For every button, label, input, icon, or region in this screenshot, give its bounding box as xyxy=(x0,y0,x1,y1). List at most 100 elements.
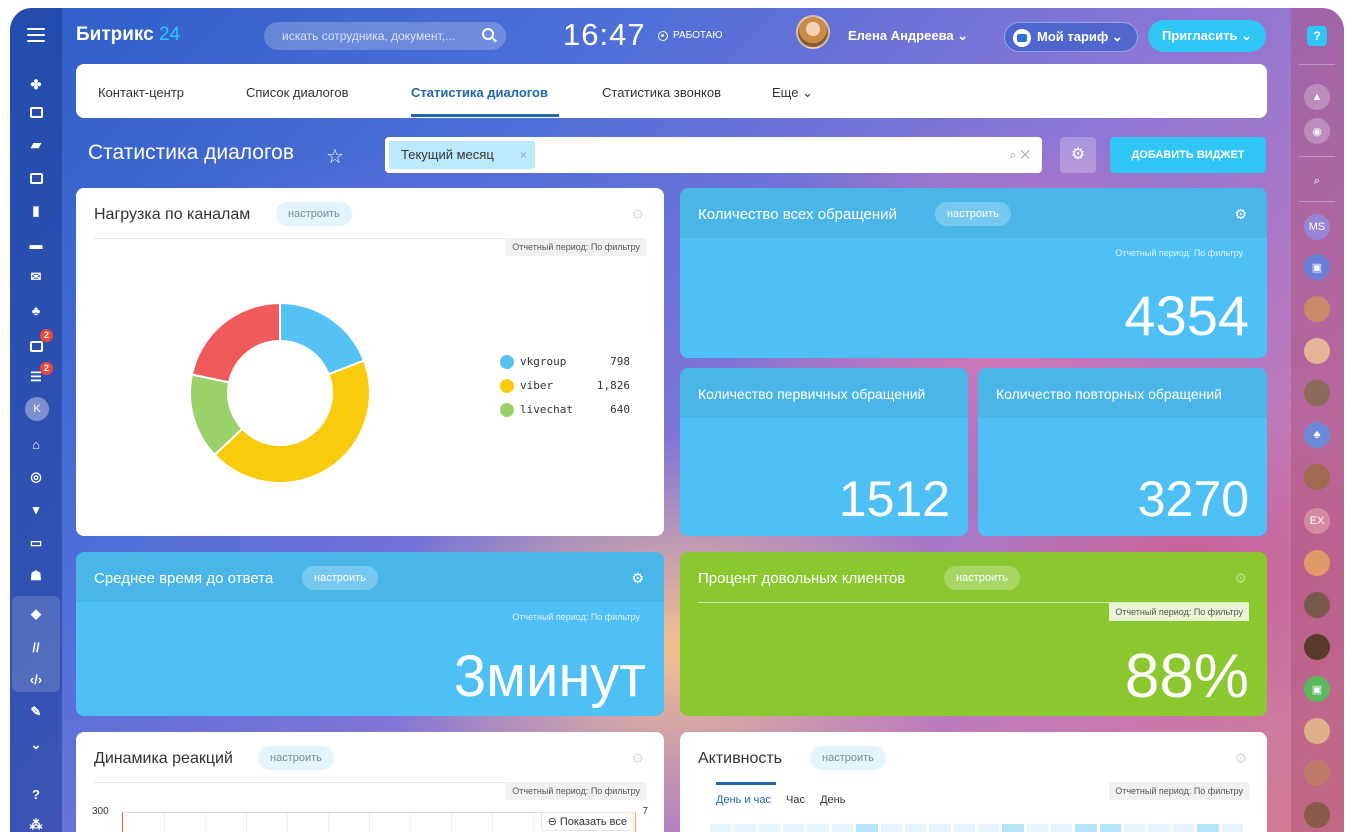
tab-call-stats[interactable]: Статистика звонков xyxy=(602,85,721,100)
chevron-down-icon: ⌄ xyxy=(802,85,813,100)
configure-button[interactable]: настроить xyxy=(258,746,334,770)
gear-icon[interactable]: ⚙ xyxy=(1234,570,1247,587)
metric-value: 1512 xyxy=(838,471,950,527)
sign-icon[interactable]: ✎ xyxy=(24,701,48,723)
heat-cell xyxy=(1124,824,1146,832)
legend-item[interactable]: livechat 640 xyxy=(500,398,630,422)
widget-title: Количество повторных обращений xyxy=(996,386,1222,402)
legend-swatch xyxy=(500,355,514,369)
configure-button[interactable]: настроить xyxy=(935,202,1011,226)
calendar-icon[interactable] xyxy=(24,167,48,189)
tab-more[interactable]: Еще ⌄ xyxy=(772,85,813,101)
legend-item[interactable]: viber 1,826 xyxy=(500,374,630,398)
cart-icon[interactable]: ▾ xyxy=(24,499,48,521)
configure-button[interactable]: настроить xyxy=(944,566,1020,590)
show-all-button[interactable]: ⊖ Показать все xyxy=(540,812,634,831)
filter-input[interactable]: Текущий месяц × ⌕ ✕ xyxy=(385,137,1042,173)
tariff-button[interactable]: Мой тариф ⌄ xyxy=(1004,22,1138,52)
heat-cell xyxy=(1075,824,1097,832)
user-avatar[interactable] xyxy=(796,15,830,49)
logo[interactable]: Битрикс 24 xyxy=(76,24,180,46)
donut-slice-other[interactable] xyxy=(190,301,281,384)
card-icon[interactable]: ▭ xyxy=(24,532,48,554)
avatar-k[interactable]: K xyxy=(25,397,49,421)
configure-button[interactable]: настроить xyxy=(302,566,378,590)
open-line-icon[interactable]: ▣ xyxy=(1304,676,1330,702)
add-widget-button[interactable]: ДОБАВИТЬ ВИДЖЕТ xyxy=(1110,137,1266,173)
gear-icon[interactable]: ⚙ xyxy=(631,570,644,587)
gear-icon[interactable]: ⚙ xyxy=(631,750,644,767)
settings-button[interactable]: ⚙ xyxy=(1060,137,1096,173)
document-icon[interactable]: ▮ xyxy=(24,200,48,222)
avatar[interactable] xyxy=(1304,380,1330,406)
avatar[interactable] xyxy=(1304,296,1330,322)
sitemap-icon[interactable]: ⁂ xyxy=(24,814,48,832)
avatar[interactable] xyxy=(1304,634,1330,660)
mail-icon[interactable]: ✉ xyxy=(24,266,48,288)
avatar[interactable] xyxy=(1304,550,1330,576)
avatar[interactable] xyxy=(1304,760,1330,786)
bell-icon[interactable]: ▲ xyxy=(1304,84,1330,110)
robot-icon[interactable]: ☗ xyxy=(24,565,48,587)
donut-slice-viber[interactable] xyxy=(213,359,371,484)
activity-stream-icon[interactable]: ✤ xyxy=(24,74,48,96)
messenger-icon[interactable]: ◉ xyxy=(1304,118,1330,144)
avatar[interactable] xyxy=(1304,718,1330,744)
tab-day-hour[interactable]: День и час xyxy=(716,794,771,806)
heat-cell xyxy=(1099,824,1122,832)
star-icon[interactable]: ☆ xyxy=(326,144,344,169)
widget-title: Количество всех обращений xyxy=(698,206,897,223)
search-icon[interactable] xyxy=(482,28,494,40)
heat-cell xyxy=(1221,824,1243,832)
chart-legend: vkgroup 798 viber 1,826 livechat 640 xyxy=(500,350,630,422)
tab-dialog-stats[interactable]: Статистика диалогов xyxy=(411,85,548,100)
widget-satisfied-clients: Процент довольных клиентов настроить ⚙ О… xyxy=(680,552,1267,716)
avatar[interactable] xyxy=(1304,592,1330,618)
target-icon[interactable]: ◎ xyxy=(24,466,48,488)
legend-item[interactable]: vkgroup 798 xyxy=(500,350,630,374)
configure-button[interactable]: настроить xyxy=(810,746,886,770)
filter-actions[interactable]: ⌕ ✕ xyxy=(1009,147,1030,163)
code-icon[interactable]: ‹/› xyxy=(24,668,48,690)
gear-icon[interactable]: ⚙ xyxy=(1234,206,1247,223)
tab-hour[interactable]: Час xyxy=(786,794,805,806)
tab-day[interactable]: День xyxy=(820,794,845,806)
divider xyxy=(1299,64,1335,65)
tab-dialog-list[interactable]: Список диалогов xyxy=(246,85,349,100)
tab-contact-center[interactable]: Контакт-центр xyxy=(98,85,184,100)
gear-icon[interactable]: ⚙ xyxy=(1234,750,1247,767)
feed-icon[interactable] xyxy=(24,101,48,123)
marketing-icon[interactable]: // xyxy=(24,636,48,658)
box-icon[interactable]: ◆ xyxy=(24,603,48,625)
avatar[interactable] xyxy=(1304,802,1330,828)
group-icon[interactable]: ♣ xyxy=(1304,422,1330,448)
chat-icon[interactable]: ▰ xyxy=(24,134,48,156)
heat-cell xyxy=(904,824,927,832)
avatar[interactable] xyxy=(1304,464,1330,490)
avatar-ms[interactable]: MS xyxy=(1304,214,1330,240)
bank-icon[interactable]: ⌂ xyxy=(24,433,48,455)
help-icon[interactable]: ? xyxy=(24,783,48,805)
search-icon[interactable]: ⌕ xyxy=(1304,168,1330,194)
close-icon[interactable]: × xyxy=(520,141,527,169)
user-menu[interactable]: Елена Андреева ⌄ xyxy=(848,28,968,44)
widget-title: Активность xyxy=(698,750,783,767)
menu-icon[interactable] xyxy=(27,28,45,46)
avatar[interactable] xyxy=(1304,338,1330,364)
chevron-down-icon[interactable]: ⌄ xyxy=(24,734,48,756)
widget-response-time: Среднее время до ответа настроить ⚙ Отче… xyxy=(76,552,664,716)
left-sidebar: ✤ ▰ ▮ ▬ ✉ ♣ 2 ☰ 2 K ⌂ ◎ ▾ ▭ ☗ ◆ // ‹/› ✎… xyxy=(10,8,62,832)
search-input[interactable]: искать сотрудника, документ,... xyxy=(264,22,506,50)
avatar-ex[interactable]: EX xyxy=(1304,508,1330,534)
team-icon[interactable]: ♣ xyxy=(24,299,48,321)
heat-cell xyxy=(783,824,805,832)
help-icon-right[interactable]: ? xyxy=(1307,26,1327,46)
drive-icon[interactable]: ▬ xyxy=(24,233,48,255)
clock: 16:47 xyxy=(563,17,646,52)
app-window: ✤ ▰ ▮ ▬ ✉ ♣ 2 ☰ 2 K ⌂ ◎ ▾ ▭ ☗ ◆ // ‹/› ✎… xyxy=(10,8,1344,832)
invite-button[interactable]: Пригласить ⌄ xyxy=(1148,20,1266,52)
work-status[interactable]: РАБОТАЮ xyxy=(658,30,722,41)
donut-slice-vkgroup[interactable] xyxy=(279,301,366,376)
group-chat-icon[interactable]: ▣ xyxy=(1304,254,1330,280)
filter-chip[interactable]: Текущий месяц × xyxy=(389,141,535,169)
